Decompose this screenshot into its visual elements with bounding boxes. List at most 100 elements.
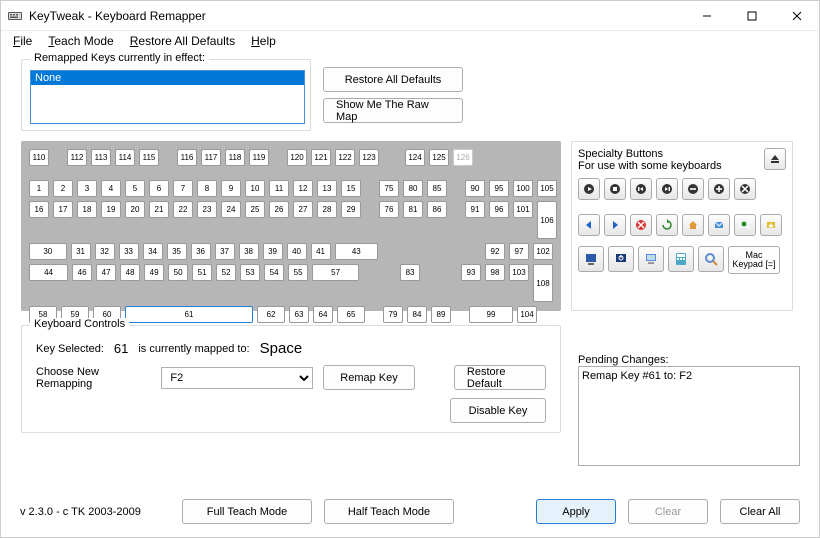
key-21[interactable]: 21 — [149, 201, 169, 218]
forward-icon[interactable] — [604, 214, 626, 236]
key-6[interactable]: 6 — [149, 180, 169, 197]
key-22[interactable]: 22 — [173, 201, 193, 218]
stop-icon[interactable] — [604, 178, 626, 200]
key-113[interactable]: 113 — [91, 149, 111, 166]
key-23[interactable]: 23 — [197, 201, 217, 218]
key-52[interactable]: 52 — [216, 264, 236, 281]
key-48[interactable]: 48 — [120, 264, 140, 281]
search-nav-icon[interactable] — [734, 214, 756, 236]
key-7[interactable]: 7 — [173, 180, 193, 197]
back-icon[interactable] — [578, 214, 600, 236]
key-103[interactable]: 103 — [509, 264, 529, 281]
key-118[interactable]: 118 — [225, 149, 245, 166]
close-button[interactable] — [774, 1, 819, 30]
menu-restore-defaults[interactable]: Restore All Defaults — [122, 32, 243, 50]
clear-all-button[interactable]: Clear All — [720, 499, 800, 524]
key-11[interactable]: 11 — [269, 180, 289, 197]
key-54[interactable]: 54 — [264, 264, 284, 281]
key-16[interactable]: 16 — [29, 201, 49, 218]
stop-nav-icon[interactable] — [630, 214, 652, 236]
mail-icon[interactable] — [708, 214, 730, 236]
key-35[interactable]: 35 — [167, 243, 187, 260]
key-33[interactable]: 33 — [119, 243, 139, 260]
key-64[interactable]: 64 — [313, 306, 333, 323]
key-93[interactable]: 93 — [461, 264, 481, 281]
key-15[interactable]: 15 — [341, 180, 361, 197]
prev-track-icon[interactable] — [630, 178, 652, 200]
key-98[interactable]: 98 — [485, 264, 505, 281]
key-91[interactable]: 91 — [465, 201, 485, 218]
key-75[interactable]: 75 — [379, 180, 399, 197]
key-43[interactable]: 43 — [335, 243, 378, 260]
pending-listbox[interactable]: Remap Key #61 to: F2 — [578, 366, 800, 466]
my-computer-icon[interactable] — [638, 246, 664, 272]
remapped-item[interactable]: None — [31, 71, 304, 85]
restore-all-defaults-button[interactable]: Restore All Defaults — [323, 67, 463, 92]
key-51[interactable]: 51 — [192, 264, 212, 281]
remapped-listbox[interactable]: None — [30, 70, 305, 124]
apply-button[interactable]: Apply — [536, 499, 616, 524]
key-5[interactable]: 5 — [125, 180, 145, 197]
key-62[interactable]: 62 — [257, 306, 285, 323]
favorites-icon[interactable] — [760, 214, 782, 236]
key-4[interactable]: 4 — [101, 180, 121, 197]
remap-key-button[interactable]: Remap Key — [323, 365, 415, 390]
key-80[interactable]: 80 — [403, 180, 423, 197]
key-29[interactable]: 29 — [341, 201, 361, 218]
key-104[interactable]: 104 — [517, 306, 537, 323]
key-9[interactable]: 9 — [221, 180, 241, 197]
key-47[interactable]: 47 — [96, 264, 116, 281]
key-125[interactable]: 125 — [429, 149, 449, 166]
key-96[interactable]: 96 — [489, 201, 509, 218]
mac-keypad-button[interactable]: Mac Keypad [=] — [728, 246, 780, 274]
menu-teach-mode[interactable]: Teach Mode — [40, 32, 121, 50]
volume-up-icon[interactable] — [708, 178, 730, 200]
maximize-button[interactable] — [729, 1, 774, 30]
search-icon[interactable] — [698, 246, 724, 272]
key-108[interactable]: 108 — [533, 264, 553, 302]
key-12[interactable]: 12 — [293, 180, 313, 197]
key-115[interactable]: 115 — [139, 149, 159, 166]
key-114[interactable]: 114 — [115, 149, 135, 166]
key-49[interactable]: 49 — [144, 264, 164, 281]
key-65[interactable]: 65 — [337, 306, 365, 323]
menu-help[interactable]: Help — [243, 32, 284, 50]
key-86[interactable]: 86 — [427, 201, 447, 218]
refresh-icon[interactable] — [656, 214, 678, 236]
key-99[interactable]: 99 — [469, 306, 513, 323]
key-40[interactable]: 40 — [287, 243, 307, 260]
key-79[interactable]: 79 — [383, 306, 403, 323]
key-123[interactable]: 123 — [359, 149, 379, 166]
volume-down-icon[interactable] — [682, 178, 704, 200]
next-track-icon[interactable] — [656, 178, 678, 200]
home-icon[interactable] — [682, 214, 704, 236]
key-120[interactable]: 120 — [287, 149, 307, 166]
key-61[interactable]: 61 — [125, 306, 253, 323]
key-119[interactable]: 119 — [249, 149, 269, 166]
remapping-dropdown[interactable]: F2 — [161, 367, 313, 389]
key-63[interactable]: 63 — [289, 306, 309, 323]
key-55[interactable]: 55 — [288, 264, 308, 281]
key-106[interactable]: 106 — [537, 201, 557, 239]
clear-button[interactable]: Clear — [628, 499, 708, 524]
key-10[interactable]: 10 — [245, 180, 265, 197]
sleep-icon[interactable] — [578, 246, 604, 272]
key-18[interactable]: 18 — [77, 201, 97, 218]
key-124[interactable]: 124 — [405, 149, 425, 166]
key-85[interactable]: 85 — [427, 180, 447, 197]
key-100[interactable]: 100 — [513, 180, 533, 197]
key-38[interactable]: 38 — [239, 243, 259, 260]
key-116[interactable]: 116 — [177, 149, 197, 166]
key-26[interactable]: 26 — [269, 201, 289, 218]
key-112[interactable]: 112 — [67, 149, 87, 166]
key-30[interactable]: 30 — [29, 243, 67, 260]
key-27[interactable]: 27 — [293, 201, 313, 218]
key-105[interactable]: 105 — [537, 180, 557, 197]
key-117[interactable]: 117 — [201, 149, 221, 166]
key-39[interactable]: 39 — [263, 243, 283, 260]
key-44[interactable]: 44 — [29, 264, 68, 281]
key-89[interactable]: 89 — [431, 306, 451, 323]
key-41[interactable]: 41 — [311, 243, 331, 260]
eject-icon[interactable] — [764, 148, 786, 170]
key-81[interactable]: 81 — [403, 201, 423, 218]
